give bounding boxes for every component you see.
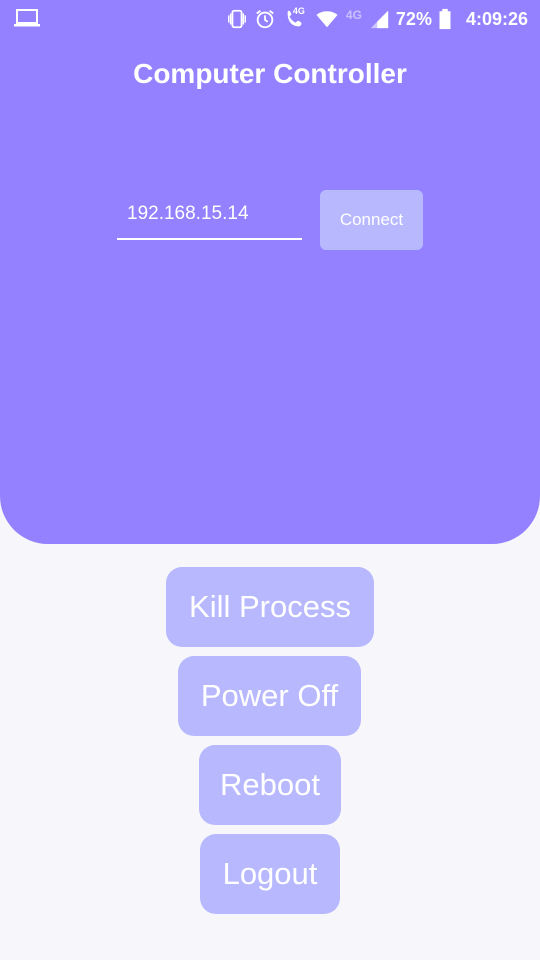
alarm-icon [254, 8, 276, 30]
battery-icon [438, 8, 452, 30]
volte-call-icon: 4G [282, 6, 308, 30]
wifi-icon [314, 8, 340, 30]
battery-percentage: 72% [395, 8, 432, 29]
reboot-button[interactable]: Reboot [199, 745, 341, 825]
page-title: Computer Controller [133, 58, 407, 89]
network-type-label: 4G [345, 8, 362, 22]
vibrate-icon [226, 8, 248, 30]
status-clock: 4:09:26 [465, 8, 528, 29]
connect-button[interactable]: Connect [320, 190, 423, 250]
header-panel: 4G 4G 72% 4:09:26 Computer Controller Co… [0, 0, 540, 544]
laptop-icon [14, 8, 40, 28]
logout-button[interactable]: Logout [200, 834, 340, 914]
ip-address-input[interactable] [117, 200, 302, 240]
status-bar: 4G 4G 72% 4:09:26 [0, 0, 540, 38]
power-off-button[interactable]: Power Off [178, 656, 361, 736]
call-network-label: 4G [292, 6, 305, 16]
kill-process-button[interactable]: Kill Process [166, 567, 374, 647]
signal-icon [368, 8, 390, 30]
